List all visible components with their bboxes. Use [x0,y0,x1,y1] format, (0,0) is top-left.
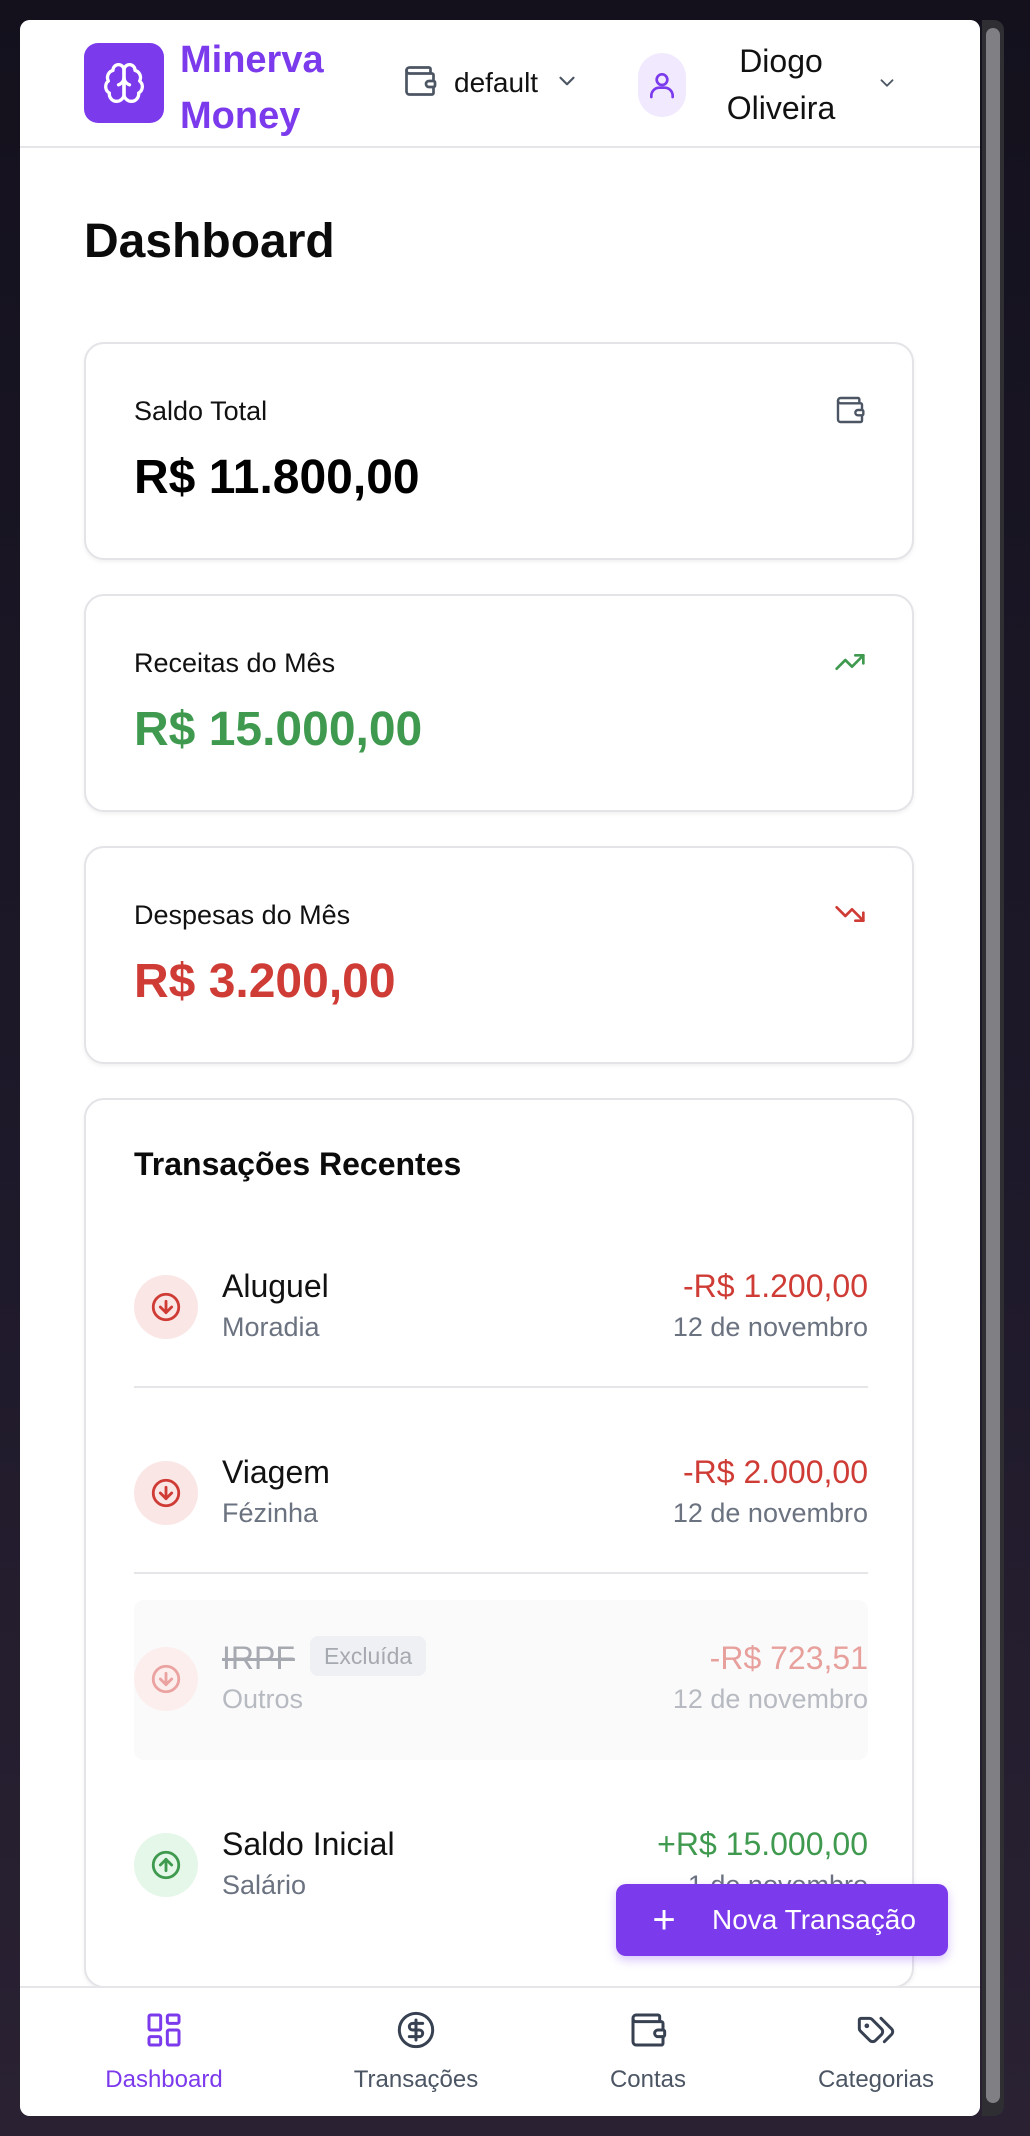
trending-up-icon [834,646,866,683]
trending-down-icon [834,898,866,935]
stat-label: Despesas do Mês [134,900,351,930]
transaction-name: IRPF [222,1640,295,1676]
wallet-icon [834,394,866,431]
arrow-down-circle-icon [134,1647,198,1711]
bottom-nav: Dashboard Transações Contas Categorias [20,1986,980,2116]
transaction-date: 12 de novembro [672,1312,868,1342]
stat-label: Saldo Total [134,396,268,426]
user-first-name: Diogo [739,43,823,79]
recent-transactions-title: Transações Recentes [134,1146,462,1182]
transaction-amount: -R$ 723,51 [709,1640,868,1676]
user-last-name: Oliveira [726,90,836,126]
app-screen: Minerva Money default Diogo Oliveira Das… [20,20,980,2116]
deleted-badge: Excluída [310,1636,427,1676]
transaction-category: Moradia [222,1312,320,1342]
transaction-date: 12 de novembro [672,1684,868,1714]
stat-card-balance: Saldo Total R$ 11.800,00 [84,342,914,560]
brand-name[interactable]: Minerva Money [180,32,350,144]
brain-logo-icon[interactable] [84,43,164,123]
chevron-down-icon [554,68,580,99]
nav-item-transactions[interactable]: Transações [316,2010,516,2100]
transaction-category: Outros [222,1684,304,1714]
nav-label: Transações [353,2066,479,2093]
new-transaction-label: Nova Transação [712,1904,916,1935]
stat-value: R$ 3.200,00 [134,955,396,1008]
transaction-name: Saldo Inicial [222,1826,395,1862]
arrow-up-circle-icon [134,1833,198,1897]
nav-item-accounts[interactable]: Contas [548,2010,748,2100]
nav-item-dashboard[interactable]: Dashboard [64,2010,264,2100]
tags-icon [776,2010,976,2054]
transaction-amount: +R$ 15.000,00 [657,1826,868,1862]
arrow-down-circle-icon [134,1275,198,1339]
nav-label: Categorias [817,2066,935,2093]
transaction-amount: -R$ 1.200,00 [682,1268,868,1304]
scrollbar-thumb[interactable] [986,28,1000,2103]
dollar-circle-icon [316,2010,516,2054]
grid-icon [64,2010,264,2054]
new-transaction-button[interactable]: + Nova Transação [616,1884,948,1956]
wallet-selector-label: default [454,67,539,98]
transaction-date: 12 de novembro [672,1498,868,1528]
wallet-selector[interactable]: default [402,58,580,108]
transaction-category: Salário [222,1870,307,1900]
stat-value: R$ 15.000,00 [134,703,423,756]
transaction-name: Aluguel [222,1268,329,1304]
transaction-name: Viagem [222,1454,330,1490]
stat-label: Receitas do Mês [134,648,336,678]
arrow-down-circle-icon [134,1461,198,1525]
plus-icon: + [652,1898,676,1942]
wallet-icon [548,2010,748,2054]
brand-line-1: Minerva [180,39,324,81]
wallet-icon [402,63,438,104]
transaction-row-deleted[interactable]: IRPF Excluída Outros -R$ 723,51 12 de no… [134,1600,868,1760]
nav-label: Contas [609,2066,687,2093]
transaction-row[interactable]: Viagem Fézinha -R$ 2.000,00 12 de novemb… [134,1414,868,1574]
transaction-amount: -R$ 2.000,00 [682,1454,868,1490]
brand-line-2: Money [180,95,301,137]
nav-label: Dashboard [105,2066,223,2093]
stat-card-expenses: Despesas do Mês R$ 3.200,00 [84,846,914,1064]
page-title: Dashboard [84,215,335,268]
user-menu[interactable]: Diogo Oliveira [638,42,898,128]
recent-transactions-card: Transações Recentes Aluguel Moradia -R$ … [84,1098,914,1988]
user-avatar-icon [638,53,686,117]
user-name: Diogo Oliveira [686,38,876,132]
chevron-down-icon [876,72,898,99]
transaction-row[interactable]: Aluguel Moradia -R$ 1.200,00 12 de novem… [134,1228,868,1388]
top-header: Minerva Money default Diogo Oliveira [20,20,980,148]
nav-item-categories[interactable]: Categorias [776,2010,976,2100]
stat-value: R$ 11.800,00 [134,451,420,504]
transaction-category: Fézinha [222,1498,319,1528]
stat-card-income: Receitas do Mês R$ 15.000,00 [84,594,914,812]
